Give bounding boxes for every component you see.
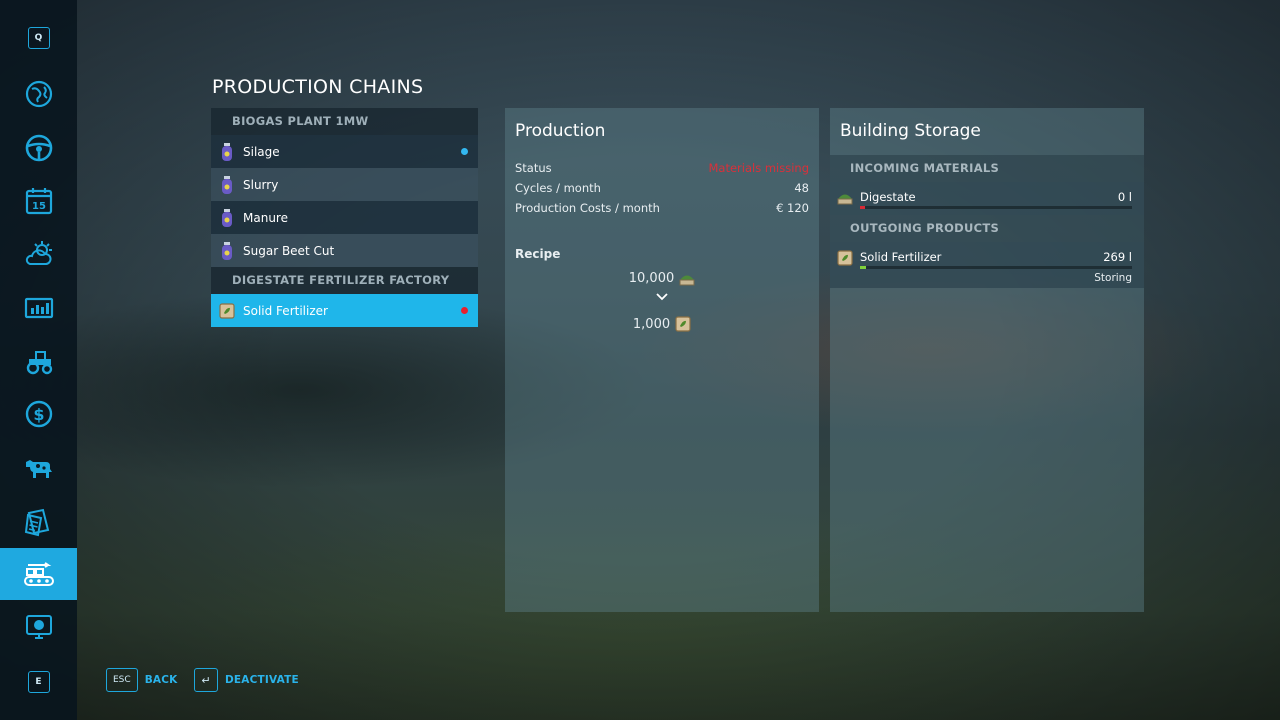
back-button[interactable]: ESC BACK: [106, 668, 177, 692]
cycles-value: 48: [794, 181, 809, 195]
calendar-icon: 15: [25, 188, 52, 215]
sidebar-item-animals[interactable]: [0, 441, 77, 493]
storage-item-amount: 0 l: [1117, 190, 1132, 204]
costs-row: Production Costs / month € 120: [515, 198, 809, 218]
recipe-output: 1,000: [505, 316, 819, 332]
chain-item-label: Solid Fertilizer: [243, 303, 328, 318]
tractor-icon: [26, 351, 52, 375]
chain-item-solid-fertilizer[interactable]: Solid Fertilizer: [211, 294, 478, 327]
map-globe-icon: [25, 80, 52, 108]
statistics-icon: [24, 297, 53, 319]
recipe-label: Recipe: [515, 247, 561, 261]
contracts-icon: [24, 508, 49, 537]
sidebar-next-key[interactable]: E: [0, 656, 77, 708]
incoming-materials-header: INCOMING MATERIALS: [830, 155, 1144, 182]
deactivate-button[interactable]: ↵ DEACTIVATE: [194, 668, 299, 692]
production-icon: [23, 562, 54, 586]
biogas-bottle-icon: [219, 175, 235, 194]
error-status-dot: [461, 307, 468, 314]
e-key-hint: E: [27, 671, 50, 693]
fill-level-bar: [860, 206, 1132, 209]
chain-item-label: Sugar Beet Cut: [243, 243, 335, 258]
biogas-bottle-icon: [219, 241, 235, 260]
sidebar-prev-key[interactable]: Q: [0, 12, 77, 64]
costs-value: € 120: [776, 201, 809, 215]
animals-icon: [25, 460, 52, 478]
storage-item-digestate: Digestate 0 l: [830, 182, 1144, 215]
fill-level-bar-fill: [860, 266, 866, 269]
fill-level-bar-fill: [860, 206, 865, 209]
chain-item-sugar-beet-cut[interactable]: Sugar Beet Cut: [211, 234, 478, 267]
recipe-input-amount: 10,000: [628, 271, 675, 286]
fill-level-bar: [860, 266, 1132, 269]
weather-icon: [25, 241, 52, 265]
enter-key-hint: ↵: [194, 668, 218, 692]
cycles-label: Cycles / month: [515, 181, 601, 195]
status-row: Status Materials missing: [515, 158, 809, 178]
back-label: BACK: [144, 674, 178, 686]
sidebar-item-statistics[interactable]: [0, 282, 77, 334]
active-status-dot: [461, 148, 468, 155]
storage-item-label: Digestate: [860, 190, 916, 204]
production-chain-list: BIOGAS PLANT 1MW Silage Slurry Manure Su…: [211, 108, 478, 327]
fertilizer-bag-icon: [837, 250, 853, 266]
building-storage-panel: Building Storage INCOMING MATERIALS Dige…: [830, 108, 1144, 612]
digestate-icon: [679, 275, 695, 285]
fertilizer-bag-icon: [675, 316, 691, 332]
storage-item-solid-fertilizer: Solid Fertilizer 269 l Storing: [830, 242, 1144, 288]
digestate-icon: [837, 194, 853, 205]
status-value: Materials missing: [708, 161, 809, 175]
chain-item-slurry[interactable]: Slurry: [211, 168, 478, 201]
outgoing-products-header: OUTGOING PRODUCTS: [830, 215, 1144, 242]
group-header-biogas: BIOGAS PLANT 1MW: [211, 108, 478, 135]
sidebar-item-garage[interactable]: [0, 335, 77, 387]
storage-title: Building Storage: [840, 121, 981, 141]
sidebar-item-calendar[interactable]: 15: [0, 175, 77, 227]
group-header-digestate-factory: DIGESTATE FERTILIZER FACTORY: [211, 267, 478, 294]
recipe-arrow: [505, 291, 819, 303]
fertilizer-bag-icon: [219, 302, 235, 320]
production-panel: Production Status Materials missing Cycl…: [505, 108, 819, 612]
biogas-bottle-icon: [219, 142, 235, 161]
chain-item-label: Slurry: [243, 177, 279, 192]
q-key-hint: Q: [27, 27, 50, 49]
sidebar-item-weather[interactable]: [0, 228, 77, 280]
page-title: PRODUCTION CHAINS: [212, 76, 424, 98]
steering-wheel-icon: [25, 134, 52, 162]
help-icon: [25, 615, 52, 639]
chain-item-silage[interactable]: Silage: [211, 135, 478, 168]
chain-item-label: Manure: [243, 210, 288, 225]
sidebar-item-vehicles[interactable]: [0, 122, 77, 174]
svg-text:$: $: [33, 405, 44, 424]
chain-item-label: Silage: [243, 144, 280, 159]
status-label: Status: [515, 161, 552, 175]
recipe-input: 10,000: [505, 271, 819, 286]
sidebar-item-contracts[interactable]: [0, 495, 77, 547]
finances-icon: $: [25, 400, 52, 428]
production-title: Production: [515, 121, 606, 141]
storage-mode-value[interactable]: Storing: [1094, 272, 1132, 284]
sidebar-item-production[interactable]: [0, 548, 77, 600]
sidebar-item-map[interactable]: [0, 68, 77, 120]
storage-item-label: Solid Fertilizer: [860, 250, 942, 264]
calendar-day: 15: [32, 201, 46, 212]
chain-item-manure[interactable]: Manure: [211, 201, 478, 234]
recipe-output-amount: 1,000: [632, 316, 671, 332]
chevron-down-icon: [656, 293, 668, 301]
sidebar: Q 15 $ E: [0, 0, 77, 720]
storage-item-amount: 269 l: [1103, 250, 1132, 264]
deactivate-label: DEACTIVATE: [225, 674, 299, 686]
cycles-row: Cycles / month 48: [515, 178, 809, 198]
costs-label: Production Costs / month: [515, 201, 660, 215]
biogas-bottle-icon: [219, 208, 235, 227]
sidebar-item-help[interactable]: [0, 601, 77, 653]
sidebar-item-finances[interactable]: $: [0, 388, 77, 440]
esc-key-hint: ESC: [106, 668, 138, 692]
